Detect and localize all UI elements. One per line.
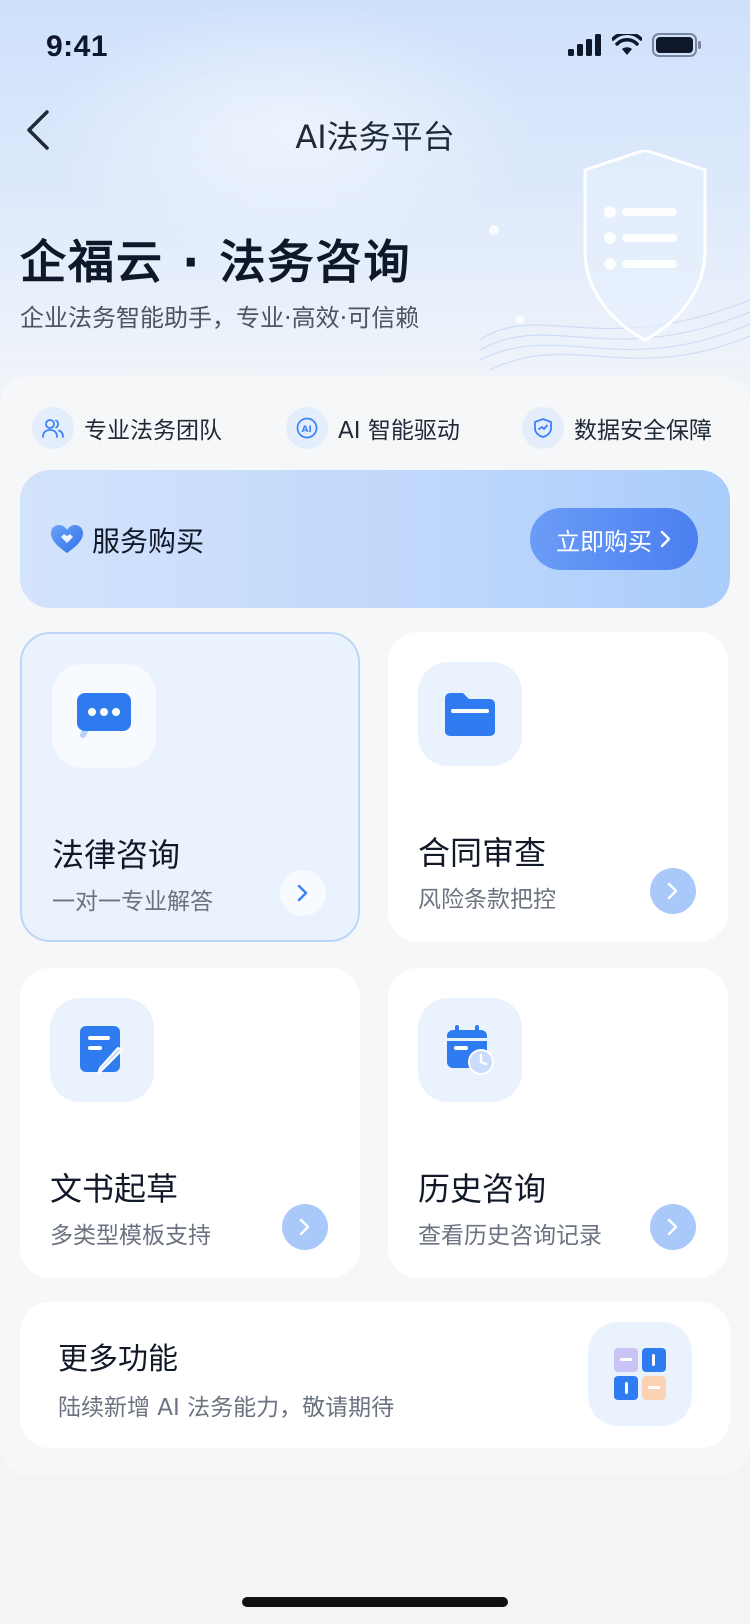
chevron-right-icon bbox=[667, 1218, 678, 1236]
card-subtitle: 多类型模板支持 bbox=[50, 1223, 211, 1249]
card-arrow-button[interactable] bbox=[282, 1204, 328, 1250]
purchase-title: 服务购买 bbox=[92, 525, 205, 558]
card-contract-review[interactable]: 合同审查 风险条款把控 bbox=[388, 632, 728, 942]
more-features-subtitle: 陆续新增 AI 法务能力，敬请期待 bbox=[58, 1395, 395, 1421]
more-features-card[interactable]: 更多功能 陆续新增 AI 法务能力，敬请期待 bbox=[20, 1302, 730, 1448]
more-features-title: 更多功能 bbox=[58, 1342, 178, 1377]
cellular-signal-icon bbox=[568, 34, 601, 56]
hero-title: 企福云 · 法务咨询 bbox=[20, 235, 412, 289]
feature-ai-driven: AI AI 智能驱动 bbox=[286, 406, 460, 450]
heart-badge-icon bbox=[51, 525, 83, 553]
chevron-right-icon bbox=[297, 884, 308, 902]
document-edit-icon bbox=[50, 998, 154, 1102]
card-title: 合同审查 bbox=[418, 834, 547, 872]
card-arrow-button[interactable] bbox=[650, 868, 696, 914]
shield-check-icon bbox=[522, 407, 564, 449]
card-history-consultation[interactable]: 历史咨询 查看历史咨询记录 bbox=[388, 968, 728, 1278]
feature-highlights: 专业法务团队 AI AI 智能驱动 数据安全保障 bbox=[30, 406, 730, 452]
card-legal-consultation[interactable]: 法律咨询 一对一专业解答 bbox=[20, 632, 360, 942]
card-arrow-button[interactable] bbox=[650, 1204, 696, 1250]
chat-bubble-icon bbox=[52, 664, 156, 768]
card-title: 法律咨询 bbox=[52, 836, 181, 874]
navigation-bar: AI法务平台 bbox=[0, 92, 750, 172]
feature-label: 数据安全保障 bbox=[574, 418, 712, 444]
puzzle-icon bbox=[588, 1322, 692, 1426]
feature-professional-team: 专业法务团队 bbox=[32, 406, 222, 450]
chevron-right-icon bbox=[660, 530, 671, 548]
status-bar: 9:41 bbox=[0, 0, 750, 92]
wifi-icon bbox=[612, 34, 642, 55]
home-indicator bbox=[242, 1597, 508, 1607]
calendar-clock-icon bbox=[418, 998, 522, 1102]
status-time: 9:41 bbox=[46, 30, 109, 63]
chevron-right-icon bbox=[667, 882, 678, 900]
card-subtitle: 风险条款把控 bbox=[418, 887, 556, 913]
battery-icon bbox=[652, 33, 701, 57]
svg-text:AI: AI bbox=[302, 425, 312, 435]
team-icon bbox=[32, 407, 74, 449]
ai-icon: AI bbox=[286, 407, 328, 449]
status-icons bbox=[568, 33, 702, 57]
card-title: 历史咨询 bbox=[418, 1170, 547, 1208]
feature-label: AI 智能驱动 bbox=[338, 418, 460, 444]
card-document-drafting[interactable]: 文书起草 多类型模板支持 bbox=[20, 968, 360, 1278]
feature-data-security: 数据安全保障 bbox=[522, 406, 712, 450]
hero-subtitle: 企业法务智能助手，专业·高效·可信赖 bbox=[20, 304, 420, 332]
card-subtitle: 一对一专业解答 bbox=[52, 889, 213, 915]
shield-decoration-icon bbox=[480, 150, 750, 371]
buy-now-label: 立即购买 bbox=[556, 527, 652, 556]
feature-label: 专业法务团队 bbox=[84, 418, 222, 444]
page-title: AI法务平台 bbox=[295, 118, 455, 156]
service-purchase-banner: 服务购买 立即购买 bbox=[20, 470, 730, 608]
card-arrow-button[interactable] bbox=[280, 870, 326, 916]
folder-icon bbox=[418, 662, 522, 766]
card-subtitle: 查看历史咨询记录 bbox=[418, 1223, 602, 1249]
buy-now-button[interactable]: 立即购买 bbox=[530, 508, 698, 570]
card-title: 文书起草 bbox=[50, 1170, 179, 1208]
chevron-right-icon bbox=[299, 1218, 310, 1236]
